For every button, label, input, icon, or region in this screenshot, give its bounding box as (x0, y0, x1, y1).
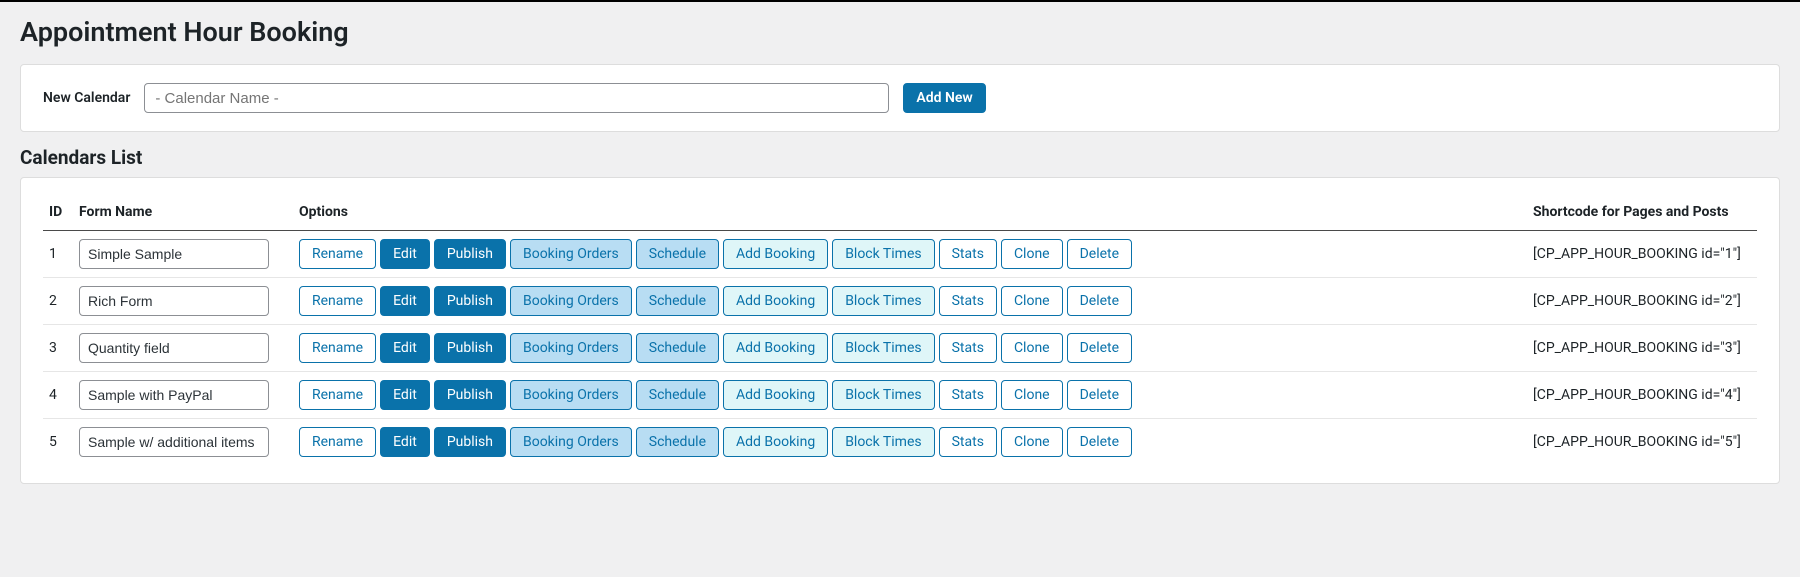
shortcode-text: [CP_APP_HOUR_BOOKING id="5"] (1527, 419, 1757, 466)
publish-button[interactable]: Publish (434, 239, 506, 269)
col-options: Options (293, 196, 1527, 231)
publish-button[interactable]: Publish (434, 333, 506, 363)
col-form-name: Form Name (73, 196, 293, 231)
clone-button[interactable]: Clone (1001, 333, 1063, 363)
booking-orders-button[interactable]: Booking Orders (510, 333, 632, 363)
row-id: 5 (43, 419, 73, 466)
edit-button[interactable]: Edit (380, 380, 430, 410)
shortcode-text: [CP_APP_HOUR_BOOKING id="3"] (1527, 325, 1757, 372)
table-row: 1 RenameEditPublishBooking OrdersSchedule… (43, 231, 1757, 278)
publish-button[interactable]: Publish (434, 427, 506, 457)
delete-button[interactable]: Delete (1067, 333, 1132, 363)
shortcode-text: [CP_APP_HOUR_BOOKING id="4"] (1527, 372, 1757, 419)
new-calendar-label: New Calendar (43, 90, 130, 106)
form-name-input[interactable] (79, 286, 269, 316)
form-name-input[interactable] (79, 239, 269, 269)
stats-button[interactable]: Stats (939, 239, 997, 269)
section-title: Calendars List (20, 146, 1780, 169)
form-name-input[interactable] (79, 333, 269, 363)
clone-button[interactable]: Clone (1001, 286, 1063, 316)
publish-button[interactable]: Publish (434, 286, 506, 316)
rename-button[interactable]: Rename (299, 286, 376, 316)
clone-button[interactable]: Clone (1001, 380, 1063, 410)
booking-orders-button[interactable]: Booking Orders (510, 427, 632, 457)
row-id: 2 (43, 278, 73, 325)
new-calendar-panel: New Calendar Add New (20, 64, 1780, 132)
block-times-button[interactable]: Block Times (832, 333, 934, 363)
booking-orders-button[interactable]: Booking Orders (510, 286, 632, 316)
rename-button[interactable]: Rename (299, 239, 376, 269)
rename-button[interactable]: Rename (299, 380, 376, 410)
table-row: 4 RenameEditPublishBooking OrdersSchedule… (43, 372, 1757, 419)
row-id: 3 (43, 325, 73, 372)
schedule-button[interactable]: Schedule (636, 286, 719, 316)
calendars-table: ID Form Name Options Shortcode for Pages… (43, 196, 1757, 465)
delete-button[interactable]: Delete (1067, 427, 1132, 457)
block-times-button[interactable]: Block Times (832, 239, 934, 269)
add-booking-button[interactable]: Add Booking (723, 380, 828, 410)
stats-button[interactable]: Stats (939, 286, 997, 316)
block-times-button[interactable]: Block Times (832, 427, 934, 457)
shortcode-text: [CP_APP_HOUR_BOOKING id="2"] (1527, 278, 1757, 325)
table-row: 2 RenameEditPublishBooking OrdersSchedule… (43, 278, 1757, 325)
add-booking-button[interactable]: Add Booking (723, 286, 828, 316)
schedule-button[interactable]: Schedule (636, 239, 719, 269)
schedule-button[interactable]: Schedule (636, 380, 719, 410)
calendar-name-input[interactable] (144, 83, 889, 113)
edit-button[interactable]: Edit (380, 239, 430, 269)
booking-orders-button[interactable]: Booking Orders (510, 380, 632, 410)
delete-button[interactable]: Delete (1067, 286, 1132, 316)
clone-button[interactable]: Clone (1001, 427, 1063, 457)
edit-button[interactable]: Edit (380, 427, 430, 457)
calendars-list-panel: ID Form Name Options Shortcode for Pages… (20, 177, 1780, 484)
form-name-input[interactable] (79, 427, 269, 457)
page-title: Appointment Hour Booking (20, 16, 1780, 48)
publish-button[interactable]: Publish (434, 380, 506, 410)
block-times-button[interactable]: Block Times (832, 380, 934, 410)
row-id: 1 (43, 231, 73, 278)
add-booking-button[interactable]: Add Booking (723, 427, 828, 457)
stats-button[interactable]: Stats (939, 333, 997, 363)
schedule-button[interactable]: Schedule (636, 427, 719, 457)
rename-button[interactable]: Rename (299, 333, 376, 363)
delete-button[interactable]: Delete (1067, 239, 1132, 269)
col-shortcode: Shortcode for Pages and Posts (1527, 196, 1757, 231)
delete-button[interactable]: Delete (1067, 380, 1132, 410)
col-id: ID (43, 196, 73, 231)
add-booking-button[interactable]: Add Booking (723, 239, 828, 269)
clone-button[interactable]: Clone (1001, 239, 1063, 269)
row-id: 4 (43, 372, 73, 419)
schedule-button[interactable]: Schedule (636, 333, 719, 363)
rename-button[interactable]: Rename (299, 427, 376, 457)
table-row: 5 RenameEditPublishBooking OrdersSchedule… (43, 419, 1757, 466)
block-times-button[interactable]: Block Times (832, 286, 934, 316)
stats-button[interactable]: Stats (939, 380, 997, 410)
shortcode-text: [CP_APP_HOUR_BOOKING id="1"] (1527, 231, 1757, 278)
stats-button[interactable]: Stats (939, 427, 997, 457)
edit-button[interactable]: Edit (380, 333, 430, 363)
edit-button[interactable]: Edit (380, 286, 430, 316)
form-name-input[interactable] (79, 380, 269, 410)
add-booking-button[interactable]: Add Booking (723, 333, 828, 363)
add-new-button[interactable]: Add New (903, 83, 985, 113)
booking-orders-button[interactable]: Booking Orders (510, 239, 632, 269)
table-row: 3 RenameEditPublishBooking OrdersSchedule… (43, 325, 1757, 372)
